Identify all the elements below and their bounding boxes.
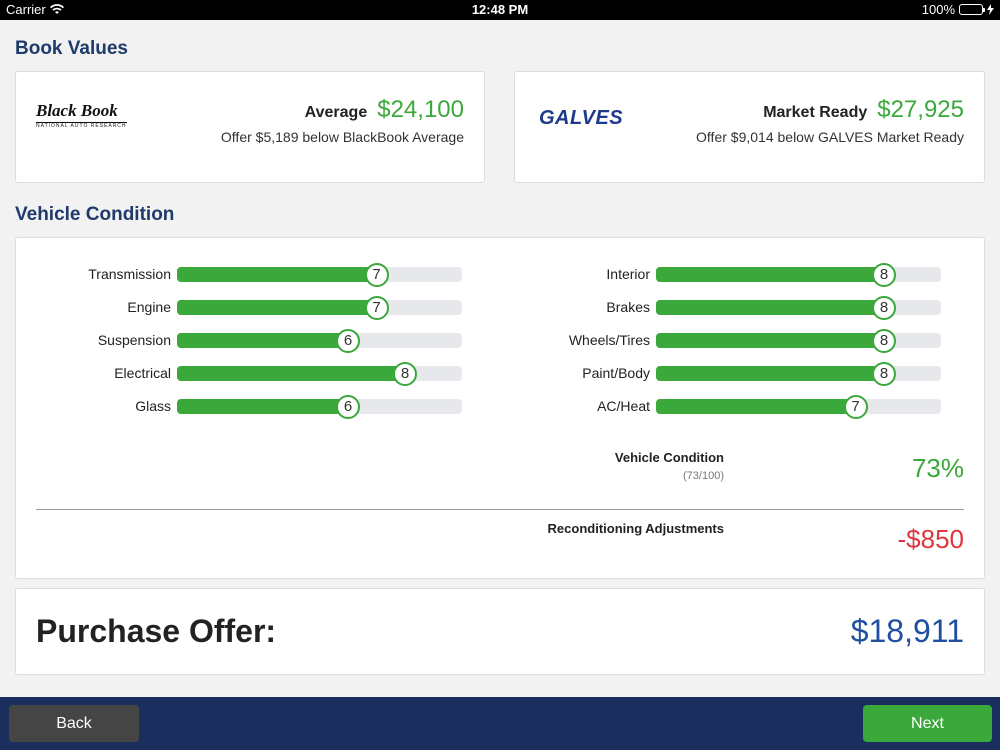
next-button[interactable]: Next <box>863 705 992 742</box>
rating-label: Brakes <box>606 299 650 315</box>
galves-label: Market Ready <box>763 104 868 121</box>
rating-slider-track[interactable]: 8 <box>656 296 941 320</box>
recon-adjustments-value: -$850 <box>897 524 965 554</box>
recon-adjustments-label: Reconditioning Adjustments <box>547 521 724 536</box>
battery-icon <box>959 4 985 15</box>
status-time: 12:48 PM <box>471 2 529 17</box>
status-bar: Carrier 12:48 PM 100% <box>0 0 1000 20</box>
bottom-nav-bar: Back Next <box>0 697 1000 750</box>
rating-label: Interior <box>606 266 650 282</box>
rating-slider-fill <box>656 366 884 381</box>
purchase-offer-label: Purchase Offer: <box>36 613 277 649</box>
rating-row-paint-body: Paint/Body 8 <box>16 362 986 386</box>
rating-slider-knob[interactable]: 8 <box>872 263 896 287</box>
book-values-title: Book Values <box>15 38 128 59</box>
rating-slider-fill <box>656 300 884 315</box>
vehicle-condition-summary-sub: (73/100) <box>683 470 724 482</box>
purchase-offer-card: Purchase Offer: $18,911 <box>15 588 985 675</box>
back-button[interactable]: Back <box>9 705 139 742</box>
galves-logo-text: GALVES <box>539 107 624 129</box>
vehicle-condition-summary-label: Vehicle Condition <box>614 450 724 465</box>
condition-divider <box>36 509 964 510</box>
rating-slider-knob[interactable]: 8 <box>872 362 896 386</box>
galves-offer-note: Offer $9,014 below GALVES Market Ready <box>696 129 964 145</box>
rating-row-ac-heat: AC/Heat 7 <box>16 395 986 419</box>
galves-value-row: Market Ready $27,925 <box>763 96 964 124</box>
charging-bolt-icon <box>987 4 994 15</box>
blackbook-logo-text: Black Book <box>36 101 118 120</box>
galves-card: GALVES Market Ready $27,925 Offer $9,014… <box>514 71 985 183</box>
blackbook-value: $24,100 <box>377 96 464 123</box>
blackbook-logo: Black Book NATIONAL AUTO RESEARCH <box>36 102 127 129</box>
rating-slider-track[interactable]: 8 <box>656 329 941 353</box>
blackbook-offer-note: Offer $5,189 below BlackBook Average <box>220 129 464 145</box>
rating-row-interior: Interior 8 <box>16 263 986 287</box>
purchase-offer-value: $18,911 <box>850 613 964 649</box>
battery-percent: 100% <box>921 2 955 17</box>
rating-label: Wheels/Tires <box>568 332 650 348</box>
rating-slider-track[interactable]: 7 <box>656 395 941 419</box>
vehicle-condition-title: Vehicle Condition <box>15 204 175 225</box>
rating-slider-track[interactable]: 8 <box>656 263 941 287</box>
rating-slider-knob[interactable]: 8 <box>872 296 896 320</box>
rating-slider-knob[interactable]: 8 <box>872 329 896 353</box>
rating-row-wheels-tires: Wheels/Tires 8 <box>16 329 986 353</box>
rating-label: AC/Heat <box>597 398 650 414</box>
vehicle-condition-card: Transmission 7 Engine 7 Suspension 6 Electrica… <box>15 237 985 579</box>
blackbook-label: Average <box>304 104 368 121</box>
rating-label: Paint/Body <box>582 365 650 381</box>
battery-indicator: 100% <box>922 2 994 17</box>
rating-slider-track[interactable]: 8 <box>656 362 941 386</box>
vehicle-condition-percent: 73% <box>911 453 964 483</box>
rating-slider-knob[interactable]: 7 <box>843 395 868 419</box>
rating-slider-fill <box>656 333 884 348</box>
blackbook-logo-tag: NATIONAL AUTO RESEARCH <box>36 122 127 129</box>
rating-slider-fill <box>656 267 884 282</box>
blackbook-value-row: Average $24,100 <box>305 96 464 124</box>
galves-logo: GALVES <box>539 107 623 130</box>
galves-value: $27,925 <box>877 96 964 123</box>
rating-row-brakes: Brakes 8 <box>16 296 986 320</box>
rating-slider-fill <box>656 399 856 414</box>
blackbook-card: Black Book NATIONAL AUTO RESEARCH Averag… <box>15 71 485 183</box>
